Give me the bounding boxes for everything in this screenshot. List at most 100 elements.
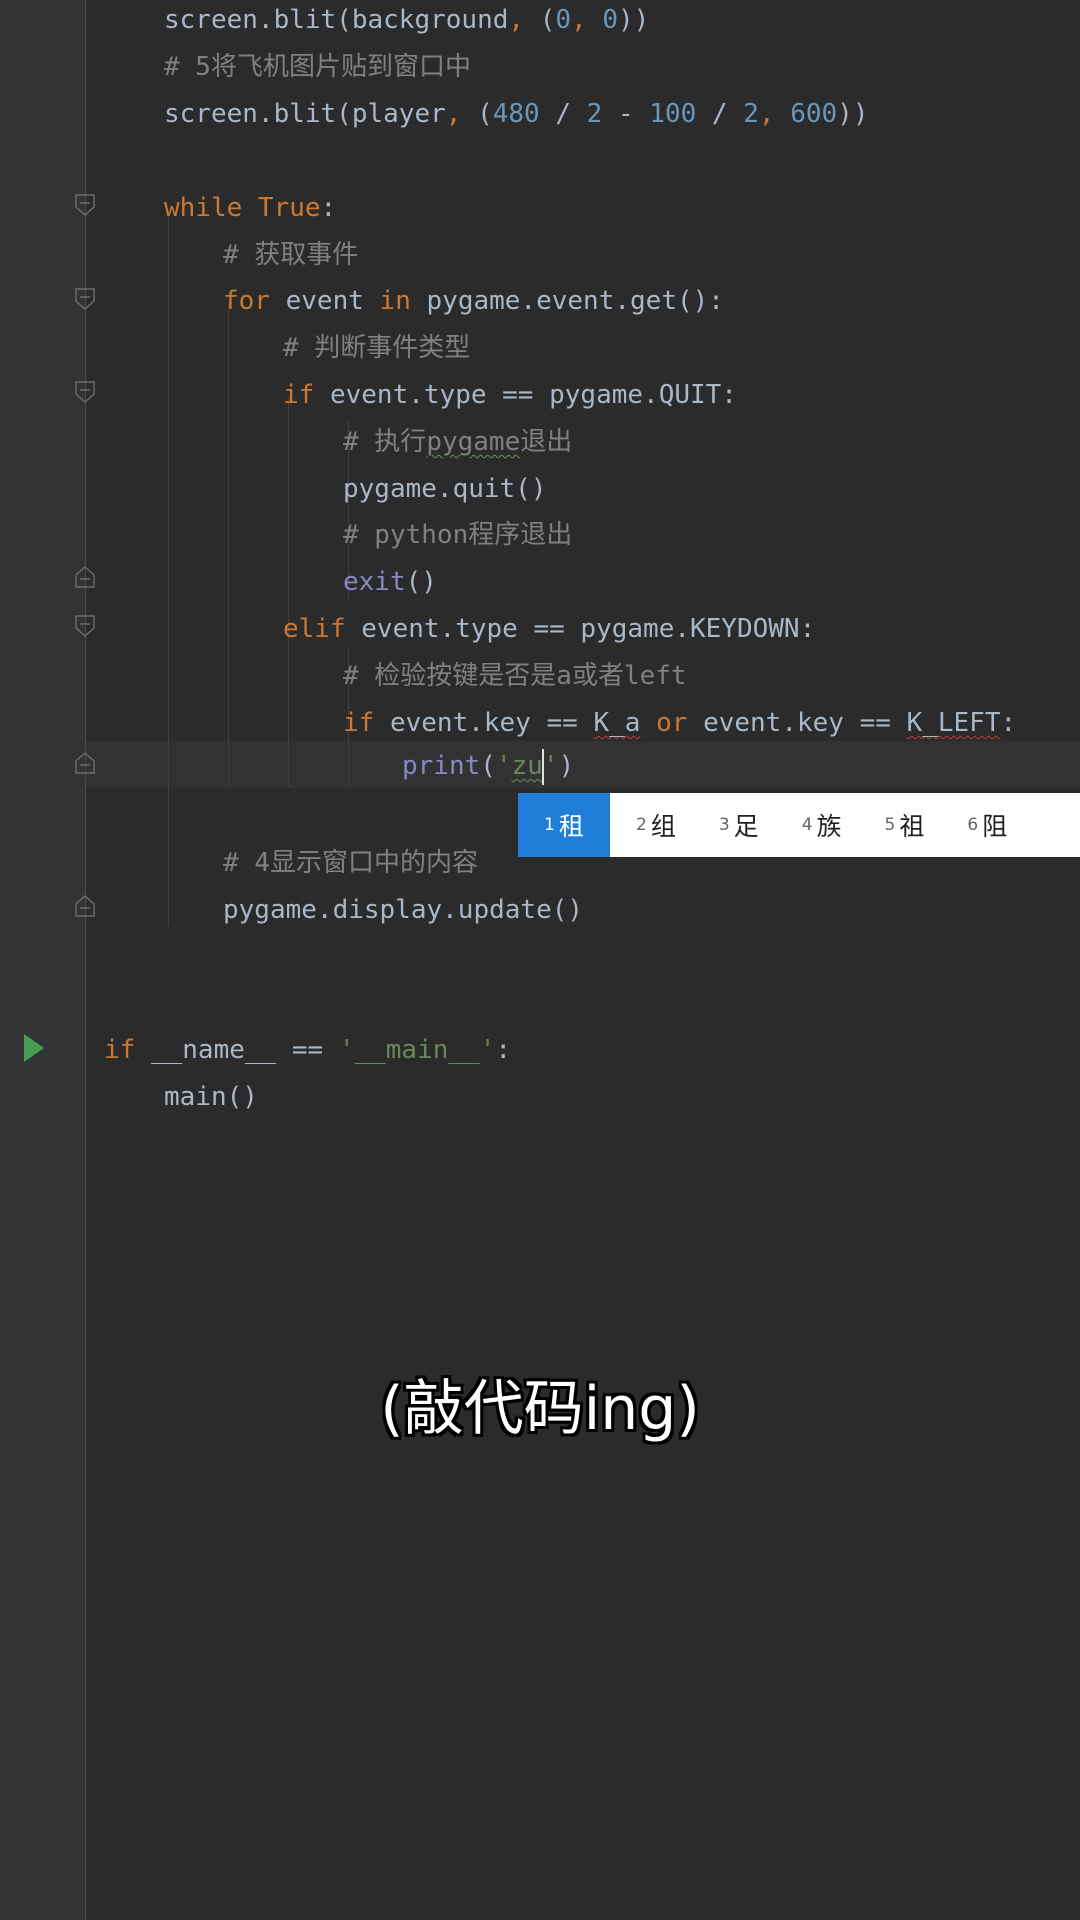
code-line[interactable]: if __name__ == '__main__': bbox=[104, 1027, 511, 1073]
code-token: zu bbox=[511, 751, 543, 781]
code-token: : bbox=[1000, 708, 1017, 738]
code-token: () bbox=[405, 567, 437, 597]
code-token: for bbox=[223, 286, 286, 316]
code-token: K_LEFT bbox=[906, 708, 1001, 738]
code-token: # 获取事件 bbox=[223, 240, 359, 270]
code-token: )) bbox=[837, 99, 869, 129]
code-token: pygame.display.update() bbox=[223, 895, 584, 925]
code-token: # 判断事件类型 bbox=[283, 333, 471, 363]
ime-candidate[interactable]: 5祖 bbox=[859, 793, 942, 857]
ime-candidate-text: 族 bbox=[816, 812, 842, 841]
code-token: pygame.quit() bbox=[343, 474, 547, 504]
code-line[interactable]: if event.key == K_a or event.key == K_LE… bbox=[343, 700, 1016, 746]
code-line[interactable]: elif event.type == pygame.KEYDOWN: bbox=[283, 606, 815, 652]
code-token: elif bbox=[283, 614, 362, 644]
code-line[interactable]: pygame.quit() bbox=[343, 466, 547, 512]
ime-candidate[interactable]: 1租 bbox=[518, 793, 610, 857]
code-token: event.key == bbox=[389, 708, 594, 738]
code-token: print bbox=[402, 751, 481, 781]
code-line[interactable]: print('zu') bbox=[402, 743, 574, 789]
ime-candidate-text: 祖 bbox=[899, 812, 925, 841]
code-token: if bbox=[283, 380, 330, 410]
code-token: 0 bbox=[602, 5, 618, 35]
code-token: main() bbox=[164, 1082, 258, 1112]
ime-candidate-text: 租 bbox=[558, 812, 584, 841]
ime-candidate-bar[interactable]: 1租2组3足4族5祖6阻 bbox=[518, 793, 1080, 857]
code-token: , bbox=[508, 5, 540, 35]
code-token: screen.blit(background bbox=[164, 5, 509, 35]
code-token: ' bbox=[495, 751, 512, 781]
fold-marker-icon[interactable] bbox=[75, 615, 95, 638]
code-line[interactable]: screen.blit(background, (0, 0)) bbox=[164, 0, 649, 43]
code-line[interactable]: pygame.display.update() bbox=[223, 887, 583, 933]
run-icon[interactable] bbox=[22, 1033, 46, 1067]
code-line[interactable]: # 4显示窗口中的内容 bbox=[223, 840, 478, 886]
ime-candidate-number: 3 bbox=[718, 815, 730, 835]
fold-end-icon[interactable] bbox=[75, 751, 95, 774]
fold-end-icon[interactable] bbox=[75, 565, 95, 588]
indent-guide bbox=[168, 210, 169, 926]
code-token: if bbox=[343, 708, 390, 738]
ime-candidate[interactable]: 6阻 bbox=[941, 793, 1024, 857]
code-line[interactable]: # 执行pygame退出 bbox=[343, 419, 572, 465]
ime-candidate[interactable]: 2组 bbox=[610, 793, 693, 857]
code-line[interactable]: # 检验按键是否是a或者left bbox=[343, 653, 687, 699]
code-line[interactable]: screen.blit(player, (480 / 2 - 100 / 2, … bbox=[164, 91, 868, 137]
fold-marker-icon[interactable] bbox=[75, 381, 95, 404]
fold-marker-icon[interactable] bbox=[75, 194, 95, 217]
indent-guide bbox=[228, 304, 229, 786]
code-token: ( bbox=[539, 5, 556, 35]
code-token: # 检验按键是否是a或者left bbox=[343, 661, 687, 691]
video-subtitle: (敲代码ing) bbox=[380, 1374, 700, 1444]
code-token: - bbox=[602, 99, 650, 129]
code-token: 480 bbox=[492, 99, 540, 129]
ime-candidate-text: 组 bbox=[650, 812, 676, 841]
ime-candidate-number: 6 bbox=[967, 815, 979, 835]
code-line[interactable]: # 5将飞机图片贴到窗口中 bbox=[164, 44, 471, 90]
ime-candidate-number: 4 bbox=[801, 815, 813, 835]
fold-end-icon[interactable] bbox=[75, 894, 95, 917]
code-token: # 执行 bbox=[343, 427, 427, 457]
ime-candidate-text: 阻 bbox=[982, 812, 1008, 841]
code-line[interactable]: main() bbox=[164, 1074, 258, 1120]
code-token: ( bbox=[477, 99, 493, 129]
code-token: # python程序退出 bbox=[343, 520, 573, 550]
code-line[interactable]: for event in pygame.event.get(): bbox=[223, 278, 724, 324]
code-token: K_a bbox=[593, 708, 641, 738]
code-token: 100 bbox=[649, 99, 697, 129]
code-token: # 4显示窗口中的内容 bbox=[223, 848, 478, 878]
code-token: / bbox=[696, 99, 744, 129]
code-token: , bbox=[758, 99, 791, 129]
code-line[interactable]: if event.type == pygame.QUIT: bbox=[283, 372, 737, 418]
code-token: in bbox=[379, 286, 427, 316]
code-token: while bbox=[164, 193, 258, 223]
code-line[interactable]: # python程序退出 bbox=[343, 512, 572, 558]
code-token: True bbox=[257, 193, 321, 223]
code-token: : bbox=[320, 193, 337, 223]
code-token: screen.blit(player bbox=[164, 99, 446, 129]
ime-candidate-number: 5 bbox=[884, 815, 896, 835]
code-line[interactable]: # 获取事件 bbox=[223, 232, 358, 278]
ime-candidate[interactable]: 3足 bbox=[693, 793, 776, 857]
code-token: , bbox=[445, 99, 478, 129]
ime-candidate[interactable]: 4族 bbox=[776, 793, 859, 857]
ime-candidate-number: 1 bbox=[544, 815, 555, 835]
fold-marker-icon[interactable] bbox=[75, 288, 95, 311]
editor-gutter bbox=[0, 0, 86, 1920]
code-token: or bbox=[656, 708, 704, 738]
code-token: 退出 bbox=[520, 427, 573, 457]
code-line[interactable]: while True: bbox=[164, 185, 336, 231]
code-line[interactable]: # 判断事件类型 bbox=[283, 325, 470, 371]
code-token: )) bbox=[617, 5, 650, 35]
code-line[interactable]: exit() bbox=[343, 559, 437, 605]
code-token: event bbox=[285, 286, 380, 316]
code-token: ( bbox=[480, 751, 496, 781]
indent-guide bbox=[288, 397, 289, 787]
code-token: / bbox=[539, 99, 587, 129]
code-token: exit bbox=[343, 567, 406, 597]
code-token: event.type == pygame.KEYDOWN: bbox=[361, 614, 816, 644]
code-token: 2 bbox=[586, 99, 603, 129]
code-token: event.type == pygame.QUIT: bbox=[329, 380, 737, 410]
code-token: # 5将飞机图片贴到窗口中 bbox=[164, 52, 471, 82]
